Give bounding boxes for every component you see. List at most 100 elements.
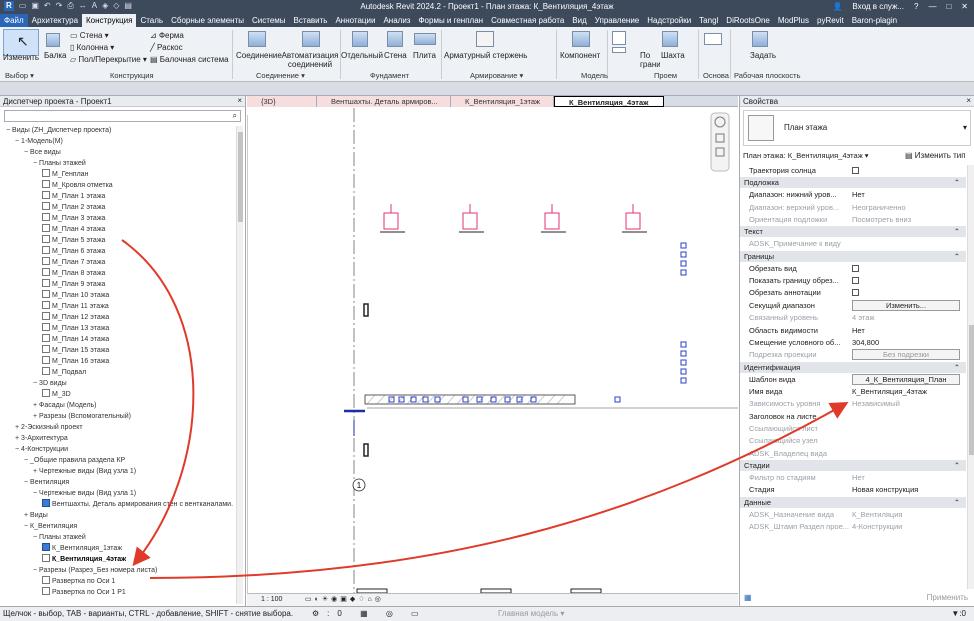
property-value[interactable]: 304,800 (852, 337, 879, 349)
slab-opening-icon[interactable] (612, 31, 626, 45)
browser-node[interactable]: К_Вентиляция_1этаж (42, 543, 122, 554)
browser-node[interactable]: − 3D виды (33, 378, 67, 389)
properties-section[interactable]: Данные ⌃ (740, 496, 966, 508)
tab-pyrevit[interactable]: pyRevit (813, 14, 848, 27)
slab-foundation-icon[interactable] (414, 33, 436, 45)
browser-node[interactable]: Развертка по Оси 1 (42, 576, 115, 587)
properties-help-icon[interactable]: ▦ (744, 593, 752, 602)
drawing-canvas[interactable]: 1 (246, 108, 738, 594)
tab-systems[interactable]: Системы (248, 14, 290, 27)
browser-node[interactable]: М_План 3 этажа (42, 213, 105, 224)
browser-node[interactable]: + 2-Эскизный проект (15, 422, 83, 433)
tab-collaborate[interactable]: Совместная работа (487, 14, 568, 27)
collapse-icon[interactable]: ⌃ (954, 497, 960, 508)
tab-dirootsone[interactable]: DiRootsOne (722, 14, 774, 27)
properties-section[interactable]: Подложка ⌃ (740, 177, 966, 189)
edit-type-button[interactable]: ▤ Изменить тип (905, 150, 966, 162)
collapse-icon[interactable]: ⌃ (954, 362, 960, 373)
help-icon[interactable]: ? (914, 2, 918, 11)
properties-scrollbar[interactable] (967, 165, 974, 589)
connection-button[interactable]: Соединение (236, 51, 282, 60)
set-workplane-icon[interactable] (752, 31, 768, 47)
tab-ventilation-floor-1[interactable]: К_Вентиляция_1этаж (451, 96, 554, 107)
browser-node[interactable]: М_План 2 этажа (42, 202, 105, 213)
property-value[interactable]: Новая конструкция (852, 484, 918, 496)
tab-detail-view[interactable]: Вентшахты. Деталь армиров... (317, 96, 451, 107)
browser-node[interactable]: − 1-Модель(М) (15, 136, 63, 147)
browser-node[interactable]: − Чертежные виды (Вид узла 1) (33, 488, 136, 499)
browser-node[interactable]: М_Генплан (42, 169, 88, 180)
tab-ventilation-floor-4[interactable]: К_Вентиляция_4этаж (554, 96, 664, 107)
browser-node[interactable]: − Разрезы (Разрез_Без номера листа) (33, 565, 157, 576)
browser-node[interactable]: М_Кровля отметка (42, 180, 113, 191)
property-value[interactable]: Посмотреть вниз (852, 214, 911, 226)
beam-icon[interactable] (46, 33, 60, 47)
maximize-icon[interactable]: □ (946, 2, 951, 11)
modify-icon[interactable]: ↖ (3, 29, 39, 56)
truss-button[interactable]: ⊿ Ферма (150, 31, 184, 40)
property-value[interactable]: Независимый (852, 398, 900, 410)
property-value[interactable]: К_Вентиляция_4этаж (852, 386, 927, 398)
by-face-button[interactable]: По грани (640, 51, 660, 69)
properties-section[interactable]: Стадии ⌃ (740, 460, 966, 471)
filter-icon[interactable]: ▼:0 (951, 607, 966, 621)
shaft-icon[interactable] (662, 31, 678, 47)
tab-analyze[interactable]: Анализ (379, 14, 414, 27)
property-value[interactable]: 4 этаж (852, 312, 874, 324)
collapse-icon[interactable]: ⌃ (954, 226, 960, 237)
brace-button[interactable]: ╱ Раскос (150, 43, 183, 52)
group-connection[interactable]: Соединение ▾ (256, 71, 305, 80)
user-icon[interactable]: 👤 (832, 2, 842, 11)
browser-search-input[interactable]: ⌕ (4, 110, 241, 122)
tab-manage[interactable]: Управление (591, 14, 643, 27)
property-button[interactable]: Без подрезки (852, 349, 960, 361)
browser-node[interactable]: − Планы этажей (33, 158, 86, 169)
tab-file[interactable]: Файл (0, 14, 28, 27)
property-value[interactable]: Нет (852, 325, 865, 337)
property-value[interactable]: Нет (852, 472, 865, 484)
minimize-icon[interactable]: — (928, 2, 936, 11)
close-icon[interactable]: ✕ (961, 2, 968, 11)
collapse-icon[interactable]: ⌃ (954, 177, 960, 188)
sign-in-link[interactable]: Вход в служ... (852, 2, 904, 11)
tab-view[interactable]: Вид (568, 14, 590, 27)
property-checkbox[interactable] (852, 289, 859, 297)
browser-node[interactable]: Развертка по Оси 1 Р1 (42, 587, 126, 598)
rebar-icon[interactable] (476, 31, 494, 47)
browser-node[interactable]: М_План 8 этажа (42, 268, 105, 279)
tab-structure[interactable]: Конструкция (82, 14, 137, 27)
type-selector[interactable]: План этажа ▾ (743, 110, 971, 146)
property-button[interactable]: 4_К_Вентиляция_План (852, 373, 960, 385)
wall-foundation-button[interactable]: Стена (384, 51, 407, 60)
rebar-button[interactable]: Арматурный стержень (444, 51, 527, 60)
wall-opening-icon[interactable] (612, 47, 626, 53)
collapse-icon[interactable]: ⌃ (954, 251, 960, 262)
navigation-bar[interactable] (710, 112, 730, 172)
browser-scrollbar[interactable] (236, 126, 243, 604)
instance-selector[interactable]: План этажа: К_Вентиляция_4этаж ▾ (743, 150, 903, 162)
browser-node[interactable]: − _Общие правила раздела КР (24, 455, 125, 466)
browser-node[interactable]: + Разрезы (Вспомогательный) (33, 411, 131, 422)
browser-node[interactable]: М_План 4 этажа (42, 224, 105, 235)
browser-node[interactable]: М_План 14 этажа (42, 334, 109, 345)
view-scale[interactable]: 1 : 100 (261, 594, 282, 606)
browser-node[interactable]: М_3D (42, 389, 71, 400)
floor-button[interactable]: ▱ Пол/Перекрытие ▾ (70, 55, 147, 64)
browser-node[interactable]: Вентшахты. Деталь армирования стен с вен… (42, 499, 233, 510)
browser-node[interactable]: М_План 5 этажа (42, 235, 105, 246)
browser-node[interactable]: + Виды (24, 510, 48, 521)
property-checkbox[interactable] (852, 277, 859, 285)
view-controls-icons[interactable]: ▭◐☀◉▣◆♢⌂◎ (305, 594, 384, 606)
isolated-foundation-button[interactable]: Отдельный (341, 51, 383, 60)
tab-architecture[interactable]: Архитектура (28, 14, 82, 27)
property-checkbox[interactable] (852, 264, 859, 272)
property-value[interactable]: Нет (852, 189, 865, 201)
level-icon[interactable] (704, 33, 722, 45)
automation-icon[interactable] (302, 31, 320, 47)
tab-annotate[interactable]: Аннотации (331, 14, 379, 27)
browser-node[interactable]: М_План 15 этажа (42, 345, 109, 356)
browser-node[interactable]: − К_Вентиляция (24, 521, 77, 532)
browser-node[interactable]: − Планы этажей (33, 532, 86, 543)
browser-node[interactable]: М_План 7 этажа (42, 257, 105, 268)
browser-node[interactable]: М_План 16 этажа (42, 356, 109, 367)
